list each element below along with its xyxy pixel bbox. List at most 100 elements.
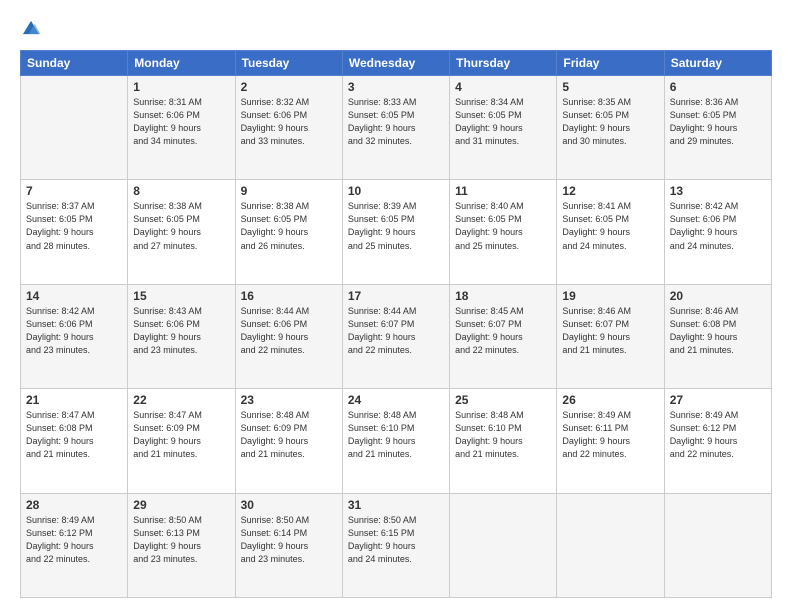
day-info: Sunrise: 8:47 AM Sunset: 6:08 PM Dayligh… (26, 409, 122, 461)
day-cell: 27 Sunrise: 8:49 AM Sunset: 6:12 PM Dayli… (664, 389, 771, 493)
calendar-body: 1 Sunrise: 8:31 AM Sunset: 6:06 PM Daylig… (21, 76, 772, 598)
day-info: Sunrise: 8:38 AM Sunset: 6:05 PM Dayligh… (241, 200, 337, 252)
day-number: 4 (455, 80, 551, 94)
day-number: 7 (26, 184, 122, 198)
day-cell: 25Sunrise: 8:48 AM Sunset: 6:10 PM Dayli… (450, 389, 557, 493)
header-cell-friday: Friday (557, 51, 664, 76)
day-info: Sunrise: 8:49 AM Sunset: 6:12 PM Dayligh… (670, 409, 766, 461)
day-info: Sunrise: 8:37 AM Sunset: 6:05 PM Dayligh… (26, 200, 122, 252)
day-cell: 8Sunrise: 8:38 AM Sunset: 6:05 PM Daylig… (128, 180, 235, 284)
day-info: Sunrise: 8:36 AM Sunset: 6:05 PM Dayligh… (670, 96, 766, 148)
day-cell: 2Sunrise: 8:32 AM Sunset: 6:06 PM Daylig… (235, 76, 342, 180)
day-number: 12 (562, 184, 658, 198)
day-cell: 12 Sunrise: 8:41 AM Sunset: 6:05 PM Dayli… (557, 180, 664, 284)
day-cell: 15 Sunrise: 8:43 AM Sunset: 6:06 PM Dayli… (128, 284, 235, 388)
day-info: Sunrise: 8:38 AM Sunset: 6:05 PM Dayligh… (133, 200, 229, 252)
logo-icon (20, 18, 42, 40)
day-cell: 9 Sunrise: 8:38 AM Sunset: 6:05 PM Daylig… (235, 180, 342, 284)
calendar-table: SundayMondayTuesdayWednesdayThursdayFrid… (20, 50, 772, 598)
day-number: 17 (348, 289, 444, 303)
day-cell: 16Sunrise: 8:44 AM Sunset: 6:06 PM Dayli… (235, 284, 342, 388)
week-row-4: 28 Sunrise: 8:49 AM Sunset: 6:12 PM Dayli… (21, 493, 772, 597)
day-cell: 3Sunrise: 8:33 AM Sunset: 6:05 PM Daylig… (342, 76, 449, 180)
header-cell-wednesday: Wednesday (342, 51, 449, 76)
day-number: 11 (455, 184, 551, 198)
day-number: 5 (562, 80, 658, 94)
day-cell: 18 Sunrise: 8:45 AM Sunset: 6:07 PM Dayli… (450, 284, 557, 388)
day-cell: 24 Sunrise: 8:48 AM Sunset: 6:10 PM Dayli… (342, 389, 449, 493)
day-number: 26 (562, 393, 658, 407)
day-number: 9 (241, 184, 337, 198)
day-number: 20 (670, 289, 766, 303)
day-info: Sunrise: 8:46 AM Sunset: 6:07 PM Dayligh… (562, 305, 658, 357)
day-cell: 26 Sunrise: 8:49 AM Sunset: 6:11 PM Dayli… (557, 389, 664, 493)
day-cell: 21 Sunrise: 8:47 AM Sunset: 6:08 PM Dayli… (21, 389, 128, 493)
day-cell: 31 Sunrise: 8:50 AM Sunset: 6:15 PM Dayli… (342, 493, 449, 597)
day-number: 24 (348, 393, 444, 407)
day-cell: 17Sunrise: 8:44 AM Sunset: 6:07 PM Dayli… (342, 284, 449, 388)
day-info: Sunrise: 8:46 AM Sunset: 6:08 PM Dayligh… (670, 305, 766, 357)
day-cell: 4 Sunrise: 8:34 AM Sunset: 6:05 PM Daylig… (450, 76, 557, 180)
day-cell: 14Sunrise: 8:42 AM Sunset: 6:06 PM Dayli… (21, 284, 128, 388)
day-number: 19 (562, 289, 658, 303)
week-row-2: 14Sunrise: 8:42 AM Sunset: 6:06 PM Dayli… (21, 284, 772, 388)
header-cell-saturday: Saturday (664, 51, 771, 76)
day-number: 27 (670, 393, 766, 407)
page: SundayMondayTuesdayWednesdayThursdayFrid… (0, 0, 792, 612)
day-cell: 19 Sunrise: 8:46 AM Sunset: 6:07 PM Dayli… (557, 284, 664, 388)
week-row-3: 21 Sunrise: 8:47 AM Sunset: 6:08 PM Dayli… (21, 389, 772, 493)
day-number: 6 (670, 80, 766, 94)
day-number: 29 (133, 498, 229, 512)
day-info: Sunrise: 8:34 AM Sunset: 6:05 PM Dayligh… (455, 96, 551, 148)
day-cell (664, 493, 771, 597)
day-number: 28 (26, 498, 122, 512)
day-cell: 28 Sunrise: 8:49 AM Sunset: 6:12 PM Dayli… (21, 493, 128, 597)
day-info: Sunrise: 8:40 AM Sunset: 6:05 PM Dayligh… (455, 200, 551, 252)
header-cell-tuesday: Tuesday (235, 51, 342, 76)
day-info: Sunrise: 8:50 AM Sunset: 6:13 PM Dayligh… (133, 514, 229, 566)
day-info: Sunrise: 8:39 AM Sunset: 6:05 PM Dayligh… (348, 200, 444, 252)
day-info: Sunrise: 8:42 AM Sunset: 6:06 PM Dayligh… (670, 200, 766, 252)
calendar-header: SundayMondayTuesdayWednesdayThursdayFrid… (21, 51, 772, 76)
day-number: 30 (241, 498, 337, 512)
day-cell (21, 76, 128, 180)
day-info: Sunrise: 8:47 AM Sunset: 6:09 PM Dayligh… (133, 409, 229, 461)
day-number: 14 (26, 289, 122, 303)
day-info: Sunrise: 8:45 AM Sunset: 6:07 PM Dayligh… (455, 305, 551, 357)
top-section (20, 18, 772, 40)
day-number: 2 (241, 80, 337, 94)
day-cell: 22 Sunrise: 8:47 AM Sunset: 6:09 PM Dayli… (128, 389, 235, 493)
day-cell: 20 Sunrise: 8:46 AM Sunset: 6:08 PM Dayli… (664, 284, 771, 388)
week-row-1: 7 Sunrise: 8:37 AM Sunset: 6:05 PM Daylig… (21, 180, 772, 284)
day-info: Sunrise: 8:43 AM Sunset: 6:06 PM Dayligh… (133, 305, 229, 357)
day-cell: 23Sunrise: 8:48 AM Sunset: 6:09 PM Dayli… (235, 389, 342, 493)
day-cell: 30 Sunrise: 8:50 AM Sunset: 6:14 PM Dayli… (235, 493, 342, 597)
day-info: Sunrise: 8:50 AM Sunset: 6:14 PM Dayligh… (241, 514, 337, 566)
day-number: 23 (241, 393, 337, 407)
day-info: Sunrise: 8:48 AM Sunset: 6:10 PM Dayligh… (348, 409, 444, 461)
week-row-0: 1 Sunrise: 8:31 AM Sunset: 6:06 PM Daylig… (21, 76, 772, 180)
day-cell: 6 Sunrise: 8:36 AM Sunset: 6:05 PM Daylig… (664, 76, 771, 180)
day-number: 25 (455, 393, 551, 407)
day-info: Sunrise: 8:35 AM Sunset: 6:05 PM Dayligh… (562, 96, 658, 148)
day-number: 18 (455, 289, 551, 303)
day-info: Sunrise: 8:41 AM Sunset: 6:05 PM Dayligh… (562, 200, 658, 252)
day-info: Sunrise: 8:49 AM Sunset: 6:12 PM Dayligh… (26, 514, 122, 566)
day-cell: 1 Sunrise: 8:31 AM Sunset: 6:06 PM Daylig… (128, 76, 235, 180)
day-cell (557, 493, 664, 597)
day-cell: 11 Sunrise: 8:40 AM Sunset: 6:05 PM Dayli… (450, 180, 557, 284)
day-number: 1 (133, 80, 229, 94)
day-info: Sunrise: 8:44 AM Sunset: 6:06 PM Dayligh… (241, 305, 337, 357)
day-cell: 29 Sunrise: 8:50 AM Sunset: 6:13 PM Dayli… (128, 493, 235, 597)
day-number: 13 (670, 184, 766, 198)
day-number: 15 (133, 289, 229, 303)
day-info: Sunrise: 8:50 AM Sunset: 6:15 PM Dayligh… (348, 514, 444, 566)
header-cell-thursday: Thursday (450, 51, 557, 76)
header-row: SundayMondayTuesdayWednesdayThursdayFrid… (21, 51, 772, 76)
day-number: 31 (348, 498, 444, 512)
day-info: Sunrise: 8:31 AM Sunset: 6:06 PM Dayligh… (133, 96, 229, 148)
header-cell-sunday: Sunday (21, 51, 128, 76)
day-number: 21 (26, 393, 122, 407)
day-info: Sunrise: 8:49 AM Sunset: 6:11 PM Dayligh… (562, 409, 658, 461)
day-number: 22 (133, 393, 229, 407)
